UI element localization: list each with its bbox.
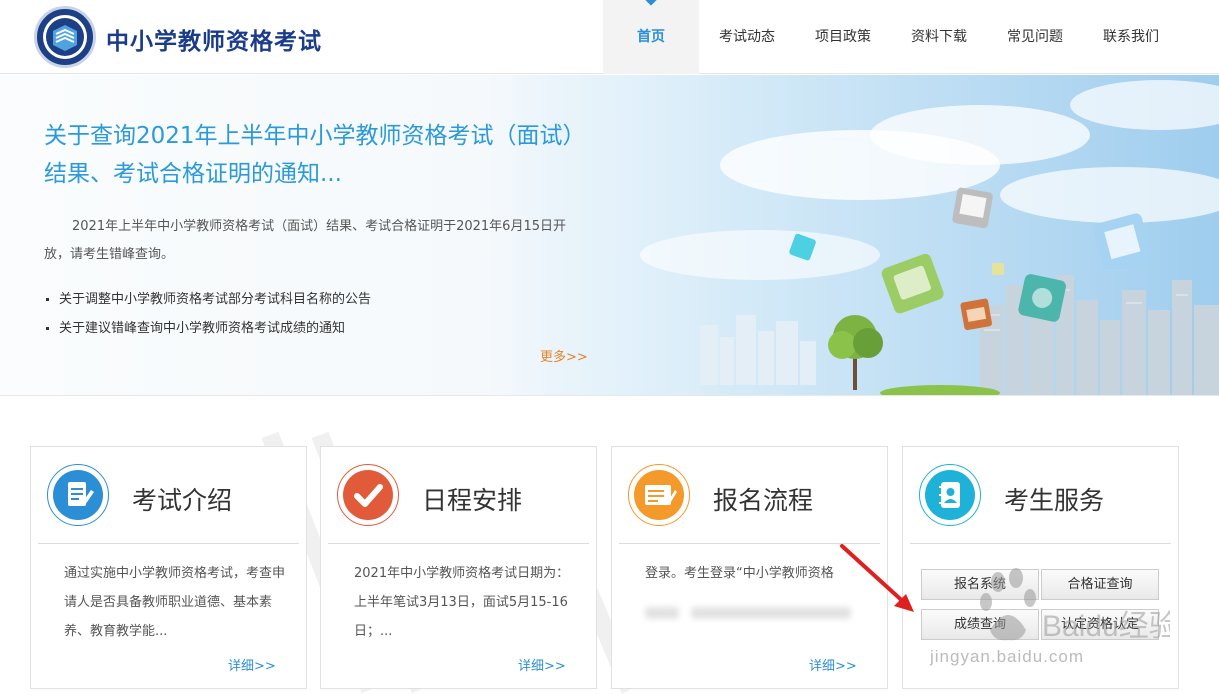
document-edit-icon xyxy=(47,464,109,526)
watermark-url: jingyan.baidu.com xyxy=(930,647,1085,666)
card-schedule: 日程安排 2021年中小学教师资格考试日期为：上半年笔试3月13日，面试5月15… xyxy=(320,446,597,689)
headline-news-summary: 2021年上半年中小学教师资格考试（面试）结果、考试合格证明于2021年6月15… xyxy=(44,219,566,262)
exam-logo-icon[interactable] xyxy=(34,6,96,68)
more-news-link[interactable]: 更多>> xyxy=(540,346,588,365)
news-link-text: 关于建议错峰查询中小学教师资格考试成绩的通知 xyxy=(59,321,346,336)
card-description: 通过实施中小学教师资格考试，考查申请人是否具备教师职业道德、基本素养、教育教学能… xyxy=(64,566,286,639)
card-header: 考生服务 xyxy=(910,447,1171,544)
bullet-icon xyxy=(46,327,49,330)
watermark-brand: Baidu经验 xyxy=(1042,610,1170,643)
news-list-item[interactable]: 关于建议错峰查询中小学教师资格考试成绩的通知 xyxy=(46,314,371,343)
city-skyline-illustration xyxy=(560,75,1219,395)
card-description: 2021年中小学教师资格考试日期为：上半年笔试3月13日，面试5月15-16日；… xyxy=(354,566,570,639)
card-header: 日程安排 xyxy=(328,447,589,544)
site-header: 中小学教师资格考试 首页 考试动态 项目政策 资料下载 常见问题 联系我们 xyxy=(0,0,1219,74)
nav-item-faq[interactable]: 常见问题 xyxy=(987,0,1083,74)
card-detail-link[interactable]: 详细>> xyxy=(518,655,566,674)
news-list-item[interactable]: 关于调整中小学教师资格考试部分考试科目名称的公告 xyxy=(46,285,371,314)
card-detail-link[interactable]: 详细>> xyxy=(809,655,857,674)
card-header: 考试介绍 xyxy=(38,447,299,544)
card-title: 考生服务 xyxy=(1004,486,1105,515)
nav-item-contact[interactable]: 联系我们 xyxy=(1083,0,1179,74)
card-description: 登录。考生登录“中小学教师资格 xyxy=(645,559,867,627)
card-description-text: 登录。考生登录“中小学教师资格 xyxy=(645,566,834,581)
main-nav: 首页 考试动态 项目政策 资料下载 常见问题 联系我们 xyxy=(603,0,1179,74)
nav-item-downloads[interactable]: 资料下载 xyxy=(891,0,987,74)
news-link-text: 关于调整中小学教师资格考试部分考试科目名称的公告 xyxy=(59,292,372,307)
contact-book-icon xyxy=(919,464,981,526)
card-header: 报名流程 xyxy=(619,447,880,544)
headline-news-title[interactable]: 关于查询2021年上半年中小学教师资格考试（面试）结果、考试合格证明的通知... xyxy=(44,117,584,193)
nav-item-home[interactable]: 首页 xyxy=(603,0,699,74)
bullet-icon xyxy=(46,298,49,301)
nav-item-policy[interactable]: 项目政策 xyxy=(795,0,891,74)
site-title[interactable]: 中小学教师资格考试 xyxy=(106,22,322,56)
news-banner: 关于查询2021年上半年中小学教师资格考试（面试）结果、考试合格证明的通知...… xyxy=(0,75,1219,396)
card-title: 报名流程 xyxy=(713,486,814,515)
checkmark-icon xyxy=(337,464,399,526)
card-exam-intro: 考试介绍 通过实施中小学教师资格考试，考查申请人是否具备教师职业道德、基本素养、… xyxy=(30,446,307,689)
card-title: 日程安排 xyxy=(422,486,523,515)
news-list: 关于调整中小学教师资格考试部分考试科目名称的公告 关于建议错峰查询中小学教师资格… xyxy=(46,285,371,343)
form-pen-icon xyxy=(628,464,690,526)
card-detail-link[interactable]: 详细>> xyxy=(228,655,276,674)
nav-item-exam-news[interactable]: 考试动态 xyxy=(699,0,795,74)
card-title: 考试介绍 xyxy=(132,486,233,515)
blurred-text xyxy=(645,598,867,627)
red-arrow-annotation xyxy=(840,544,914,612)
